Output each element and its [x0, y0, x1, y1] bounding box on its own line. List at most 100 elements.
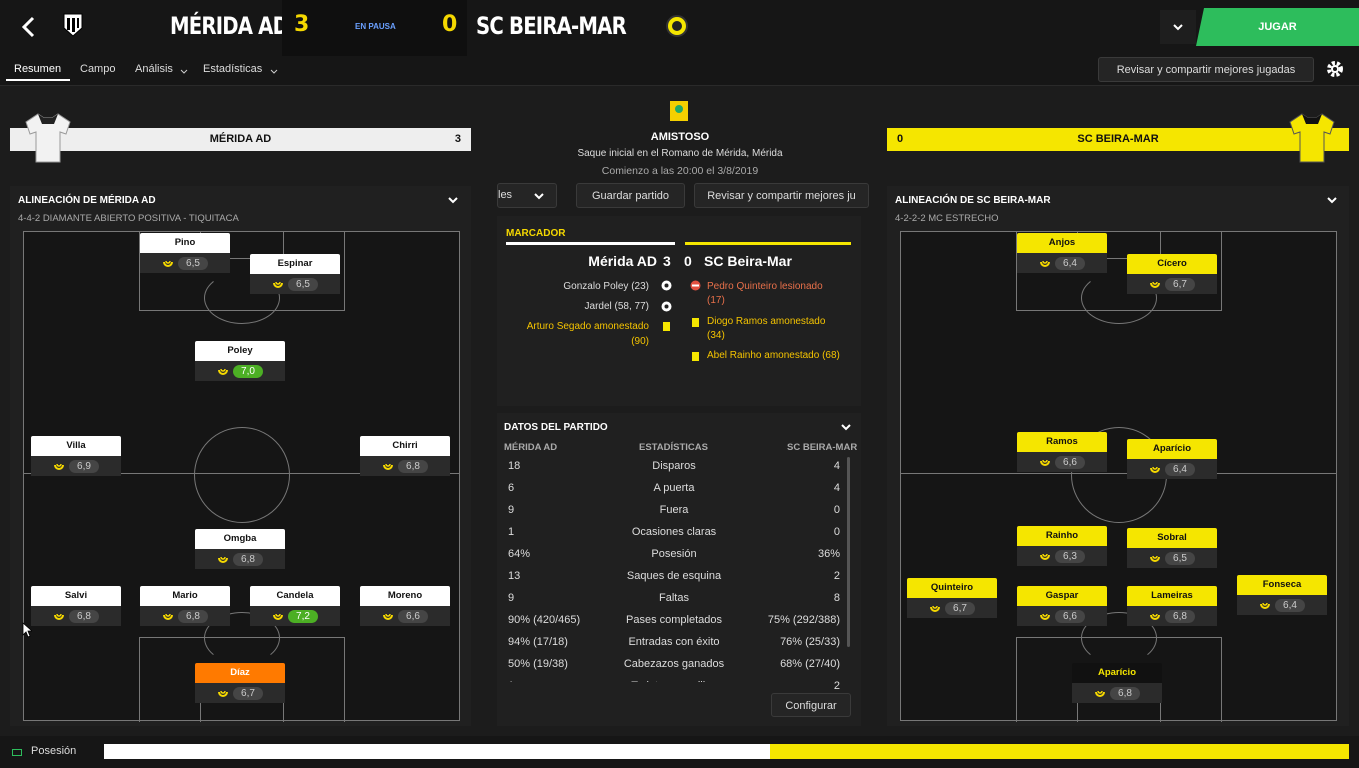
save-match-button[interactable]: Guardar partido — [576, 183, 685, 208]
chevron-down-icon[interactable] — [841, 422, 851, 434]
player-rating-row: 6,3 — [1017, 546, 1107, 566]
player-card[interactable]: Villa 6,9 — [31, 436, 121, 478]
rating-icon — [54, 463, 65, 470]
match-status: EN PAUSA — [355, 22, 396, 31]
stats-fade — [497, 682, 757, 694]
view-dropdown[interactable]: les — [497, 183, 557, 208]
player-card[interactable]: Rainho 6,3 — [1017, 526, 1107, 568]
player-rating-row: 6,6 — [1017, 452, 1107, 472]
rating-icon — [218, 368, 229, 375]
rating-icon — [163, 260, 174, 267]
possession-label: Posesión — [31, 745, 77, 757]
stat-away-value: 4 — [833, 482, 840, 494]
player-card[interactable]: Espinar 6,5 — [250, 254, 340, 296]
player-name: Omgba — [195, 529, 285, 549]
player-card[interactable]: Pino 6,5 — [140, 233, 230, 275]
player-card[interactable]: Chirri 6,8 — [360, 436, 450, 478]
player-rating-row: 6,9 — [31, 456, 121, 476]
rating-icon — [1260, 602, 1271, 609]
stat-label: Ocasiones claras — [631, 526, 717, 538]
player-card[interactable]: Moreno 6,6 — [360, 586, 450, 628]
scoreboard-away: SC Beira-Mar — [704, 253, 792, 269]
player-name: Chirri — [360, 436, 450, 456]
stat-away-value: 68% (27/40) — [780, 658, 840, 670]
rating-icon — [1040, 459, 1051, 466]
player-rating-row: 6,6 — [1017, 606, 1107, 626]
stat-away-value: 2 — [833, 570, 840, 582]
player-rating: 6,8 — [233, 552, 263, 566]
player-rating-row: 6,8 — [31, 606, 121, 626]
rating-icon — [1039, 455, 1051, 470]
home-shirt-icon — [24, 112, 72, 167]
stat-away-value: 75% (292/388) — [767, 614, 840, 626]
player-name: Díaz — [195, 663, 285, 683]
rating-icon — [1039, 549, 1051, 564]
stat-label: Disparos — [652, 460, 696, 472]
player-card[interactable]: Salvi 6,8 — [31, 586, 121, 628]
home-color-bar — [506, 242, 675, 245]
player-rating: 6,7 — [233, 686, 263, 700]
player-card[interactable]: Ramos 6,6 — [1017, 432, 1107, 474]
player-card[interactable]: Fonseca 6,4 — [1237, 575, 1327, 617]
player-card[interactable]: Lameiras 6,8 — [1127, 586, 1217, 628]
player-rating: 7,2 — [288, 609, 318, 623]
rating-icon — [1094, 686, 1106, 701]
away-bar-name: SC BEIRA-MAR — [1077, 133, 1159, 145]
player-card[interactable]: Candela 7,2 — [250, 586, 340, 628]
home-bar-name: MÉRIDA AD — [209, 133, 272, 145]
player-rating: 6,9 — [69, 459, 99, 473]
player-card[interactable]: Cícero 6,7 — [1127, 254, 1217, 296]
injury-icon — [690, 280, 701, 294]
player-rating-row: 6,8 — [1072, 683, 1162, 703]
review-highlights-button[interactable]: Revisar y compartir mejores jugadas — [1098, 57, 1314, 82]
player-rating-row: 6,5 — [250, 274, 340, 294]
player-rating-row: 6,8 — [360, 456, 450, 476]
player-rating-row: 7,2 — [250, 606, 340, 626]
player-card[interactable]: Aparício 6,4 — [1127, 439, 1217, 481]
player-rating: 6,7 — [1165, 277, 1195, 291]
rating-icon — [930, 605, 941, 612]
scoreboard-panel: MARCADOR Mérida AD 3 0 SC Beira-Mar Gonz… — [497, 216, 861, 406]
player-rating: 6,8 — [1165, 609, 1195, 623]
player-rating-row: 6,8 — [140, 606, 230, 626]
tab-analisis[interactable]: Análisis — [135, 63, 173, 75]
chevron-down-icon — [180, 66, 188, 78]
player-card[interactable]: Sobral 6,5 — [1127, 528, 1217, 570]
review-highlights-button-2[interactable]: Revisar y compartir mejores ju — [694, 183, 869, 208]
player-card[interactable]: Gaspar 6,6 — [1017, 586, 1107, 628]
player-rating: 6,6 — [1055, 609, 1085, 623]
chevron-down-icon[interactable] — [448, 195, 458, 207]
player-name: Candela — [250, 586, 340, 606]
player-rating-row: 6,5 — [140, 253, 230, 273]
stats-scrollbar[interactable] — [847, 457, 850, 647]
player-card[interactable]: Mario 6,8 — [140, 586, 230, 628]
rating-icon — [1259, 598, 1271, 613]
player-card[interactable]: Poley 7,0 — [195, 341, 285, 383]
player-card[interactable]: Omgba 6,8 — [195, 529, 285, 571]
rating-icon — [53, 609, 65, 624]
top-bar: MÉRIDA AD 3 EN PAUSA 0 SC BEIRA-MAR JUGA… — [0, 0, 1359, 56]
rating-icon — [1149, 609, 1161, 624]
player-card[interactable]: Anjos 6,4 — [1017, 233, 1107, 275]
tab-campo[interactable]: Campo — [80, 63, 115, 75]
kickoff-text: Comienzo a las 20:00 el 3/8/2019 — [601, 165, 759, 177]
player-rating: 6,8 — [1110, 686, 1140, 700]
tab-estadisticas[interactable]: Estadísticas — [203, 63, 262, 75]
player-card[interactable]: Díaz 6,7 — [195, 663, 285, 705]
player-card[interactable]: Quinteiro 6,7 — [907, 578, 997, 620]
chevron-down-icon[interactable] — [1160, 10, 1196, 44]
possession-home-fill — [104, 744, 770, 759]
back-icon[interactable] — [18, 14, 40, 40]
scoreboard-title: MARCADOR — [506, 228, 566, 239]
tab-resumen[interactable]: Resumen — [14, 63, 61, 75]
player-name: Salvi — [31, 586, 121, 606]
play-button[interactable]: JUGAR — [1196, 8, 1359, 46]
home-event-goal-2: Jardel (58, 77) — [584, 301, 649, 312]
player-card[interactable]: Aparício 6,8 — [1072, 663, 1162, 705]
stat-away-value: 76% (25/33) — [780, 636, 840, 648]
gear-icon[interactable] — [1324, 58, 1346, 83]
player-name: Aparício — [1072, 663, 1162, 683]
home-bar-score: 3 — [454, 133, 461, 145]
player-name: Lameiras — [1127, 586, 1217, 606]
chevron-down-icon[interactable] — [1327, 195, 1337, 207]
